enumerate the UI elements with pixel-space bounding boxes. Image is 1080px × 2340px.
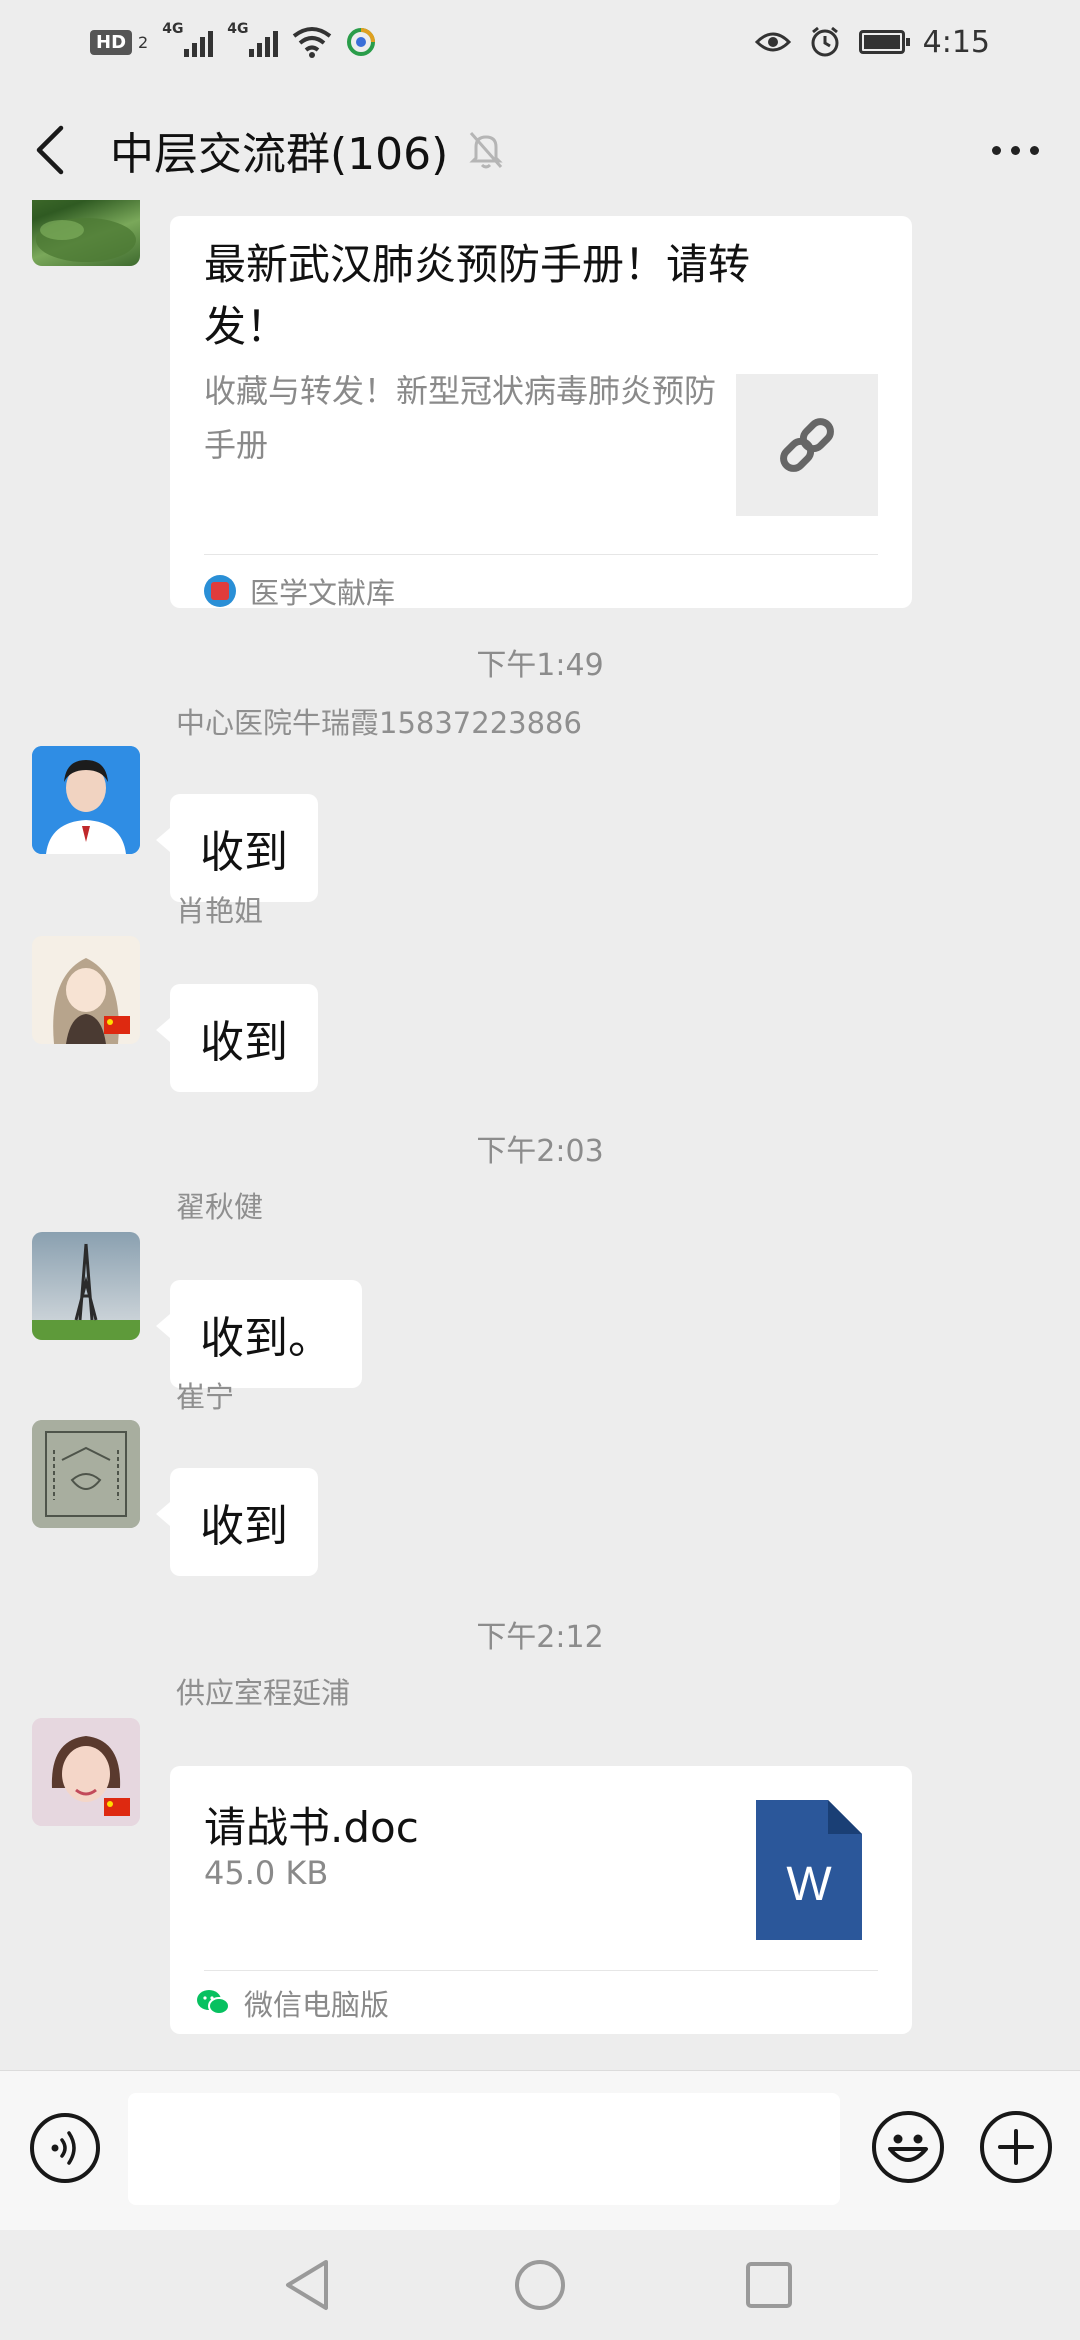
avatar-sender-5[interactable] bbox=[32, 1718, 140, 1826]
link-card-message[interactable]: 最新武汉肺炎预防手册！请转发！ 收藏与转发！新型冠状病毒肺炎预防手册 医学文献库 bbox=[170, 216, 912, 610]
battery-icon bbox=[858, 30, 910, 54]
nav-home-button[interactable] bbox=[507, 2252, 573, 2318]
sketch-drawing-image bbox=[32, 1420, 140, 1528]
chat-header: 中层交流群(106) bbox=[0, 100, 1080, 200]
link-source: 医学文献库 bbox=[204, 570, 395, 612]
system-nav-bar bbox=[0, 2230, 1080, 2340]
timestamp: 下午2:12 bbox=[476, 1620, 604, 1655]
status-right: 4:15 bbox=[754, 24, 990, 60]
card-divider bbox=[204, 1970, 878, 1971]
message-text: 收到。 bbox=[200, 1313, 332, 1364]
lotus-leaf-image bbox=[36, 218, 136, 262]
avatar-sender-3[interactable] bbox=[32, 1232, 140, 1340]
hd-sub: 2 bbox=[138, 32, 149, 52]
avatar-sender-4[interactable] bbox=[32, 1420, 140, 1528]
sender-name: 崔宁 bbox=[176, 1380, 235, 1414]
timestamp: 下午2:03 bbox=[476, 1134, 604, 1169]
sender-name: 供应室程延浦 bbox=[176, 1676, 351, 1710]
voice-button[interactable] bbox=[30, 2113, 100, 2183]
file-source-label: 微信电脑版 bbox=[244, 1988, 390, 2022]
link-thumbnail bbox=[736, 374, 878, 516]
more-button[interactable] bbox=[980, 125, 1050, 175]
status-left: HD 2 4G 4G bbox=[90, 21, 376, 58]
selfie-photo-image bbox=[32, 1718, 140, 1826]
message-text: 收到 bbox=[200, 1501, 288, 1552]
status-time: 4:15 bbox=[922, 24, 990, 60]
emoji-icon bbox=[888, 2134, 928, 2162]
link-title: 最新武汉肺炎预防手册！请转发！ bbox=[204, 240, 751, 351]
input-bar bbox=[0, 2070, 1080, 2230]
link-source-label: 医学文献库 bbox=[250, 576, 396, 610]
word-letter: W bbox=[786, 1858, 832, 1911]
hd-label: HD bbox=[96, 31, 127, 53]
more-dot bbox=[1010, 145, 1020, 155]
person-photo-image bbox=[32, 746, 140, 854]
wechat-icon bbox=[197, 1990, 230, 2015]
nav-home-icon bbox=[515, 2260, 565, 2310]
more-dot bbox=[991, 145, 1001, 155]
mute-bell-icon bbox=[469, 132, 503, 169]
message-text: 收到 bbox=[200, 827, 288, 878]
eiffel-tower-image bbox=[32, 1232, 140, 1340]
back-icon bbox=[36, 125, 64, 175]
alarm-icon bbox=[811, 26, 839, 57]
nav-recents-icon bbox=[746, 2262, 792, 2308]
message-bubble[interactable]: 收到 bbox=[156, 1468, 318, 1576]
message-input[interactable] bbox=[128, 2093, 840, 2205]
file-source: 微信电脑版 bbox=[196, 1982, 389, 2024]
plus-button[interactable] bbox=[980, 2111, 1052, 2183]
chat-title: 中层交流群(106) bbox=[110, 129, 449, 180]
nav-recents-button[interactable] bbox=[736, 2252, 802, 2318]
network-type-2: 4G bbox=[227, 21, 249, 37]
sender-name: 中心医院牛瑞霞15837223886 bbox=[176, 706, 582, 740]
back-button[interactable] bbox=[0, 100, 100, 200]
medical-library-icon bbox=[204, 575, 236, 607]
avatar-lotus[interactable] bbox=[32, 200, 140, 266]
voice-icon bbox=[51, 2131, 76, 2165]
link-icon bbox=[780, 418, 834, 472]
link-description: 收藏与转发！新型冠状病毒肺炎预防手册 bbox=[204, 372, 717, 464]
avatar-sender-2[interactable] bbox=[32, 936, 140, 1044]
network-type-1: 4G bbox=[162, 21, 184, 37]
timestamp: 下午1:49 bbox=[476, 648, 604, 683]
file-size: 45.0 KB bbox=[204, 1854, 329, 1892]
emoji-button[interactable] bbox=[872, 2111, 944, 2183]
file-card-message[interactable]: 请战书.doc 45.0 KB W 微信电脑版 bbox=[170, 1766, 912, 2034]
more-dot bbox=[1029, 145, 1039, 155]
plus-icon bbox=[998, 2129, 1034, 2165]
signal-icon-2: 4G bbox=[227, 21, 279, 57]
message-bubble[interactable]: 收到 bbox=[156, 794, 318, 902]
message-bubble[interactable]: 收到。 bbox=[156, 1280, 362, 1388]
wifi-icon bbox=[292, 27, 332, 58]
cartoon-girl-image bbox=[32, 936, 140, 1044]
avatar-sender-1[interactable] bbox=[32, 746, 140, 854]
eye-icon bbox=[754, 32, 791, 52]
chat-message-list[interactable]: 最新武汉肺炎预防手册！请转发！ 收藏与转发！新型冠状病毒肺炎预防手册 医学文献库… bbox=[0, 200, 1080, 2070]
app-notification-icon bbox=[347, 28, 376, 56]
sender-name: 肖艳姐 bbox=[176, 894, 264, 928]
word-document-icon: W bbox=[756, 1800, 862, 1940]
card-divider bbox=[204, 554, 878, 555]
hd-badge: HD bbox=[90, 29, 133, 55]
status-bar: HD 2 4G 4G 4:15 bbox=[0, 0, 1080, 84]
sender-name: 翟秋健 bbox=[176, 1190, 264, 1224]
nav-back-icon bbox=[286, 2260, 328, 2310]
message-bubble[interactable]: 收到 bbox=[156, 984, 318, 1092]
file-name: 请战书.doc bbox=[204, 1803, 419, 1852]
signal-icon-1: 4G bbox=[162, 21, 214, 57]
nav-back-button[interactable] bbox=[274, 2252, 340, 2318]
message-text: 收到 bbox=[200, 1017, 288, 1068]
